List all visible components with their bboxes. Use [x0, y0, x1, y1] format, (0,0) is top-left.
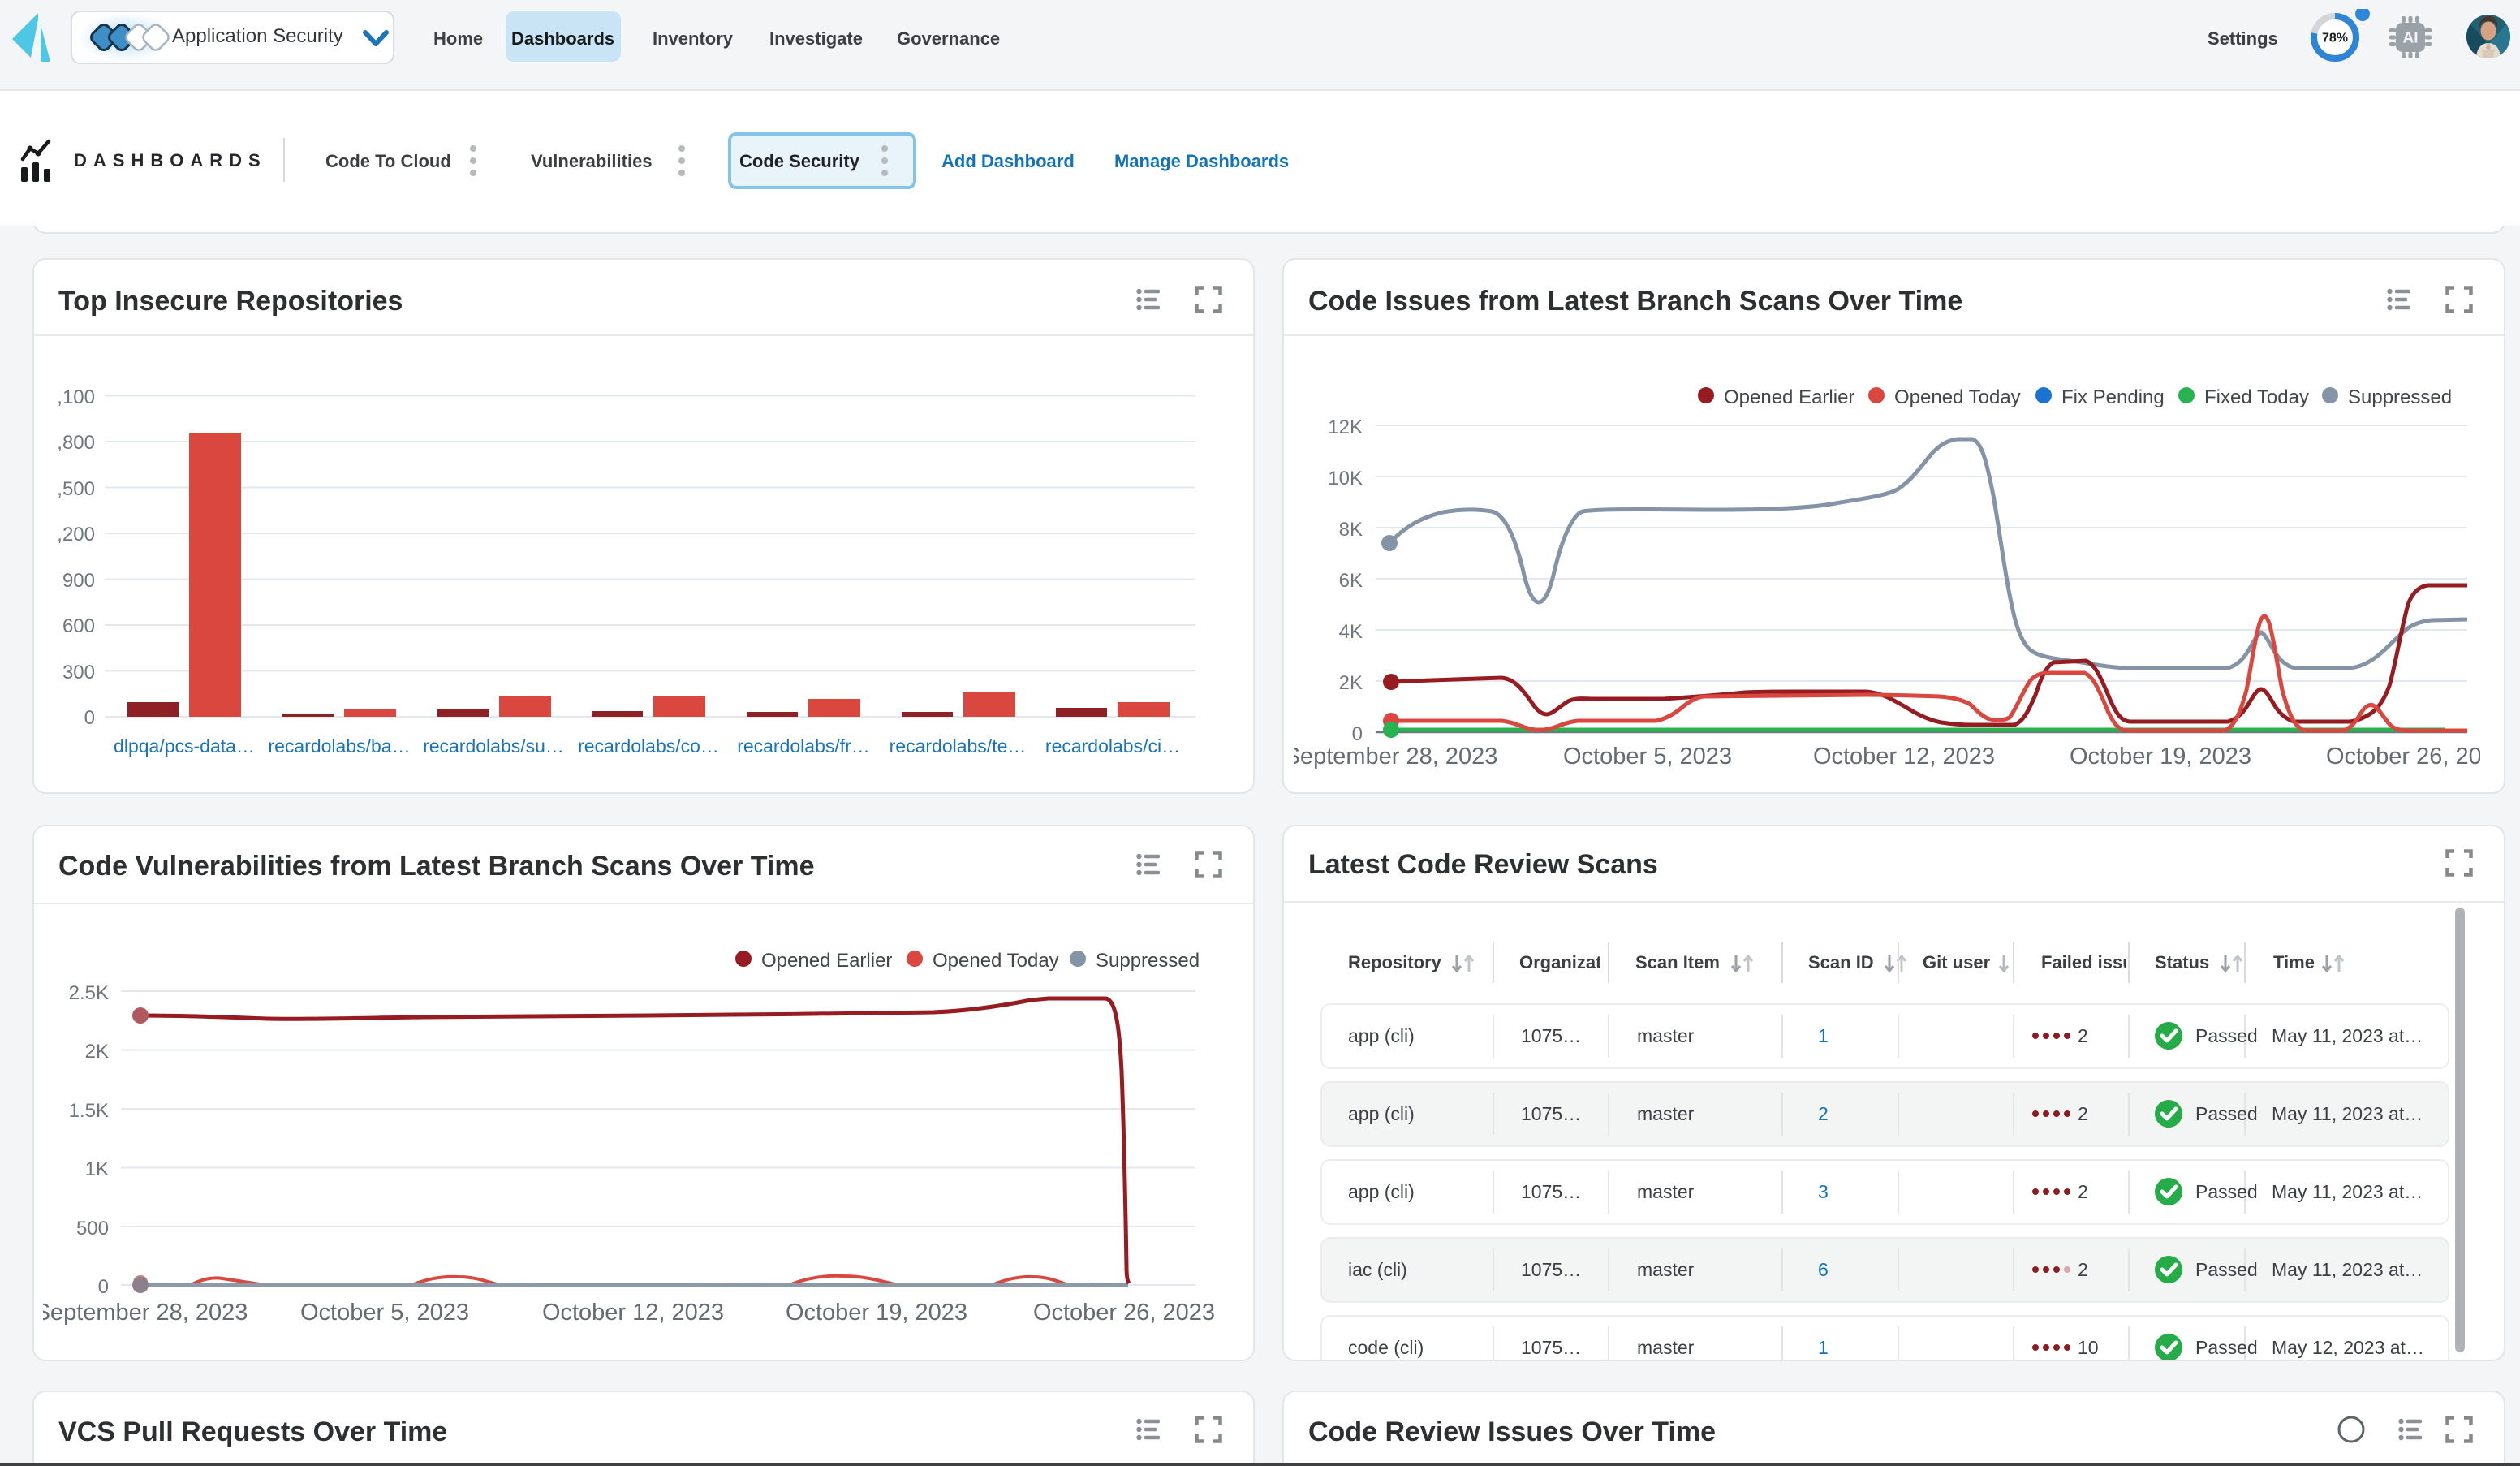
- svg-text:10K: 10K: [1328, 468, 1363, 489]
- svg-text:recardolabs/co…: recardolabs/co…: [578, 735, 719, 757]
- svg-text:600: 600: [62, 615, 95, 637]
- svg-text:recardolabs/ci…: recardolabs/ci…: [1045, 735, 1180, 757]
- svg-text:October 12, 2023: October 12, 2023: [1813, 744, 1995, 770]
- svg-text:12K: 12K: [1328, 416, 1363, 438]
- svg-text:,200: ,200: [57, 524, 95, 545]
- svg-text:AI: AI: [2403, 30, 2419, 47]
- svg-text:8K: 8K: [1339, 519, 1363, 541]
- svg-text:4K: 4K: [1339, 621, 1363, 643]
- svg-text:0: 0: [1352, 723, 1363, 745]
- svg-text:0: 0: [84, 707, 95, 729]
- svg-text:6K: 6K: [1339, 570, 1363, 592]
- svg-text:78%: 78%: [2322, 32, 2348, 45]
- svg-text:Opened Today: Opened Today: [1894, 386, 2021, 408]
- svg-text:October 19, 2023: October 19, 2023: [2070, 744, 2251, 770]
- svg-text:Opened Today: Opened Today: [933, 950, 1059, 972]
- svg-text:recardolabs/su…: recardolabs/su…: [423, 735, 564, 757]
- svg-text:recardolabs/ba…: recardolabs/ba…: [268, 735, 410, 757]
- svg-text:2K: 2K: [1339, 672, 1363, 694]
- svg-text:1K: 1K: [85, 1158, 109, 1180]
- svg-text:recardolabs/fr…: recardolabs/fr…: [737, 735, 870, 757]
- svg-text:October 26, 2023: October 26, 2023: [2326, 744, 2480, 770]
- svg-text:September 28, 2023: September 28, 2023: [1285, 744, 1498, 770]
- svg-text:September 28, 2023: September 28, 2023: [35, 1300, 248, 1326]
- svg-text:900: 900: [62, 570, 95, 592]
- svg-text:Suppressed: Suppressed: [2348, 386, 2452, 408]
- svg-text:300: 300: [62, 662, 95, 683]
- svg-text:2.5K: 2.5K: [69, 982, 109, 1004]
- svg-text:Fix Pending: Fix Pending: [2061, 386, 2165, 408]
- svg-text:October 12, 2023: October 12, 2023: [542, 1300, 724, 1326]
- svg-text:October 26, 2023: October 26, 2023: [1033, 1300, 1215, 1326]
- svg-text:,100: ,100: [57, 386, 95, 408]
- svg-text:October 5, 2023: October 5, 2023: [1563, 744, 1732, 770]
- svg-text:October 19, 2023: October 19, 2023: [786, 1300, 967, 1326]
- svg-text:dlpqa/pcs-data…: dlpqa/pcs-data…: [114, 735, 255, 757]
- svg-text:0: 0: [98, 1276, 109, 1298]
- svg-text:1.5K: 1.5K: [69, 1100, 109, 1122]
- svg-text:Suppressed: Suppressed: [1096, 950, 1200, 972]
- svg-text:Fixed Today: Fixed Today: [2204, 386, 2309, 408]
- svg-text:500: 500: [76, 1218, 109, 1240]
- svg-text:recardolabs/te…: recardolabs/te…: [890, 735, 1027, 757]
- svg-text:Opened Earlier: Opened Earlier: [1724, 386, 1854, 408]
- svg-text:2K: 2K: [85, 1041, 109, 1063]
- svg-text:,500: ,500: [57, 478, 95, 500]
- svg-text:,800: ,800: [57, 432, 95, 454]
- svg-text:October 5, 2023: October 5, 2023: [300, 1300, 469, 1326]
- svg-text:Opened Earlier: Opened Earlier: [761, 950, 892, 972]
